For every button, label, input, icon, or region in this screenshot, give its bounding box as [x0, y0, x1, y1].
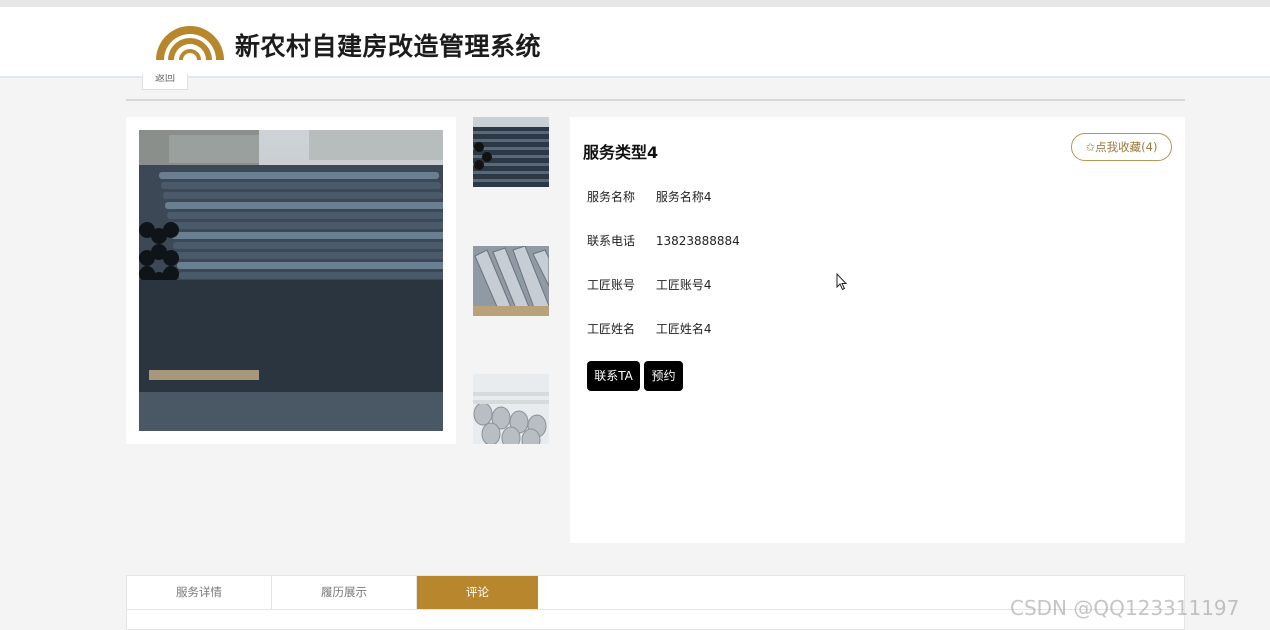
arch-logo-icon	[156, 26, 224, 60]
favorite-button[interactable]: ✩点我收藏(4)	[1071, 133, 1172, 161]
field-value: 13823888884	[655, 234, 740, 248]
service-info-panel: 服务类型4 ✩点我收藏(4) 服务名称 服务名称4 联系电话 138238888…	[570, 117, 1185, 543]
field-value: 服务名称4	[655, 190, 712, 204]
service-title: 服务类型4	[583, 143, 659, 162]
field-label: 服务名称	[587, 190, 636, 204]
field-label: 工匠账号	[587, 278, 636, 292]
back-button[interactable]: 返回	[142, 74, 188, 90]
tab-resume[interactable]: 履历展示	[272, 576, 417, 609]
craftsman-name-row: 工匠姓名 工匠姓名4	[587, 320, 711, 340]
site-title: 新农村自建房改造管理系统	[235, 32, 542, 61]
main-service-image	[139, 130, 443, 431]
craftsman-account-row: 工匠账号 工匠账号4	[587, 276, 711, 296]
grey-pipes-thumbnail[interactable]	[473, 374, 549, 444]
mouse-cursor-icon	[836, 273, 848, 291]
tab-service-details[interactable]: 服务详情	[127, 576, 272, 609]
field-value: 工匠账号4	[655, 278, 712, 292]
field-label: 工匠姓名	[587, 322, 636, 336]
section-divider	[126, 99, 1185, 101]
black-pipes-thumbnail[interactable]	[473, 117, 549, 187]
field-value: 工匠姓名4	[655, 322, 712, 336]
phone-row: 联系电话 13823888884	[587, 232, 740, 252]
service-name-row: 服务名称 服务名称4	[587, 188, 711, 208]
book-button[interactable]: 预约	[644, 361, 683, 391]
top-strip	[0, 0, 1270, 7]
field-label: 联系电话	[587, 234, 636, 248]
tab-comments[interactable]: 评论	[417, 576, 538, 609]
steel-angle-thumbnail[interactable]	[473, 246, 549, 316]
watermark: CSDN @QQ123311197	[1010, 596, 1240, 620]
contact-button[interactable]: 联系TA	[587, 361, 640, 391]
site-header: 新农村自建房改造管理系统	[0, 7, 1270, 78]
main-image-card	[126, 117, 456, 444]
